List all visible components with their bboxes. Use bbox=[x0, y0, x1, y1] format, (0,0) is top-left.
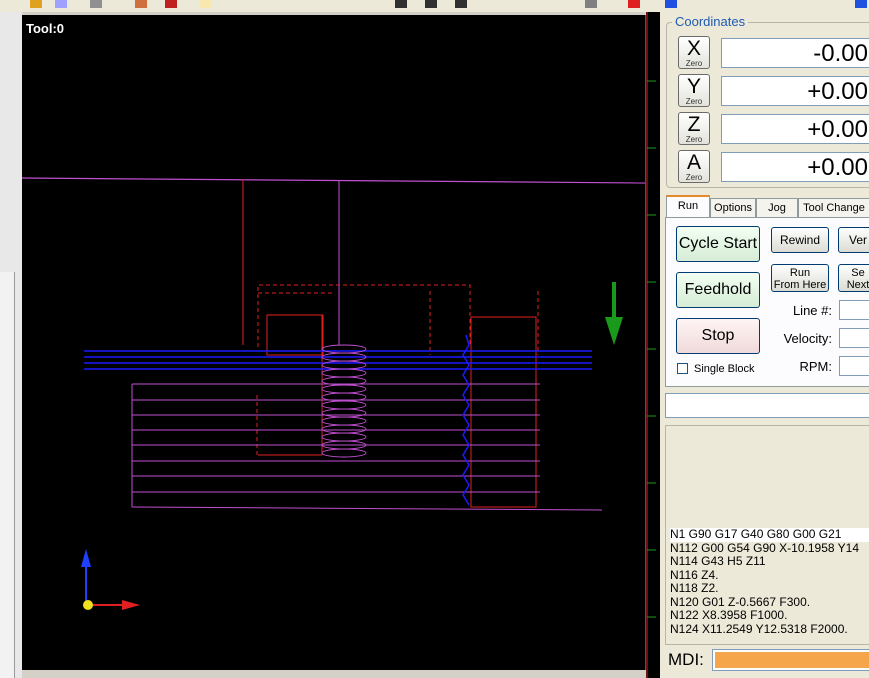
tab-run[interactable]: Run bbox=[666, 195, 710, 218]
cycle-start-button[interactable]: Cycle Start bbox=[676, 226, 760, 262]
toolpath-display bbox=[22, 177, 645, 610]
gcode-listing[interactable]: N1 G90 G17 G40 G80 G00 G21 N112 G00 G54 … bbox=[665, 425, 869, 645]
run-from-here-line2: From Here bbox=[773, 279, 827, 291]
single-block-label: Single Block bbox=[694, 363, 755, 375]
run-from-here-line1: Run bbox=[789, 267, 811, 279]
zero-label: Zero bbox=[685, 59, 703, 68]
toolbar bbox=[0, 0, 869, 12]
verify-button[interactable]: Ver bbox=[838, 227, 869, 253]
velocity-field[interactable] bbox=[839, 328, 869, 348]
axis-z-letter: Z bbox=[687, 113, 701, 136]
set-next-line1: Se bbox=[851, 267, 865, 279]
dro-a-value[interactable]: +0.00 bbox=[721, 152, 869, 182]
line-number-field[interactable] bbox=[839, 300, 869, 320]
toolbar-stop-icon[interactable] bbox=[165, 0, 177, 8]
zero-label: Zero bbox=[685, 135, 703, 144]
mdi-input[interactable] bbox=[712, 649, 869, 671]
toolbar-view-icon[interactable] bbox=[665, 0, 677, 8]
toolbar-edit-icon[interactable] bbox=[135, 0, 147, 8]
axis-y-letter: Y bbox=[686, 75, 701, 98]
gcode-line: N120 G01 Z-0.5667 F300. bbox=[670, 594, 811, 609]
gcode-line: N122 X8.3958 F1000. bbox=[670, 608, 788, 622]
axis-x-letter: X bbox=[686, 37, 701, 60]
stop-button[interactable]: Stop bbox=[676, 318, 760, 354]
toolbar-globe-icon[interactable] bbox=[855, 0, 867, 8]
tab-options[interactable]: Options bbox=[710, 198, 756, 217]
tab-tool-change[interactable]: Tool Change bbox=[798, 198, 869, 217]
mdi-label: MDI: bbox=[668, 650, 704, 669]
gcode-line: N116 Z4. bbox=[670, 567, 719, 582]
toolbar-zoom-icon[interactable] bbox=[585, 0, 597, 8]
zero-y-button[interactable]: Y Zero bbox=[678, 74, 710, 107]
rpm-label: RPM: bbox=[799, 359, 833, 374]
viewport-ruler bbox=[646, 12, 660, 678]
gcode-line: N112 G00 G54 G90 X-10.1958 Y14 bbox=[670, 540, 860, 555]
toolbar-settings-icon[interactable] bbox=[90, 0, 102, 8]
rpm-field[interactable] bbox=[839, 356, 869, 376]
left-strip bbox=[0, 12, 22, 678]
zero-x-button[interactable]: X Zero bbox=[678, 36, 710, 69]
zero-label: Zero bbox=[685, 97, 703, 106]
zero-a-button[interactable]: A Zero bbox=[678, 150, 710, 183]
gcode-line: N1 G90 G17 G40 G80 G00 G21 bbox=[670, 527, 869, 542]
status-field bbox=[665, 393, 869, 418]
gcode-line: N114 G43 H5 Z11 bbox=[670, 554, 766, 568]
set-next-line-button[interactable]: Se Next bbox=[838, 264, 869, 292]
toolbar-right-arrow-icon[interactable] bbox=[455, 0, 467, 8]
toolbar-folder-icon[interactable] bbox=[30, 0, 42, 8]
axis-a-letter: A bbox=[686, 151, 701, 174]
toolbar-page-icon[interactable] bbox=[200, 0, 212, 8]
line-number-label: Line #: bbox=[792, 303, 832, 318]
run-from-here-button[interactable]: Run From Here bbox=[771, 264, 829, 292]
toolbar-marker-icon[interactable] bbox=[628, 0, 640, 8]
rewind-button[interactable]: Rewind bbox=[771, 227, 829, 253]
single-block-checkbox[interactable] bbox=[677, 363, 688, 374]
zero-label: Zero bbox=[685, 173, 703, 182]
toolbar-tool-icon[interactable] bbox=[55, 0, 67, 8]
feedhold-button[interactable]: Feedhold bbox=[676, 272, 760, 308]
gcode-line: N118 Z2. bbox=[670, 581, 719, 595]
toolbar-down-arrow-icon[interactable] bbox=[425, 0, 437, 8]
tool-label: Tool:0 bbox=[26, 21, 65, 36]
dro-y-value[interactable]: +0.00 bbox=[721, 76, 869, 106]
gcode-line: N124 X11.2549 Y12.5318 F2000. bbox=[670, 621, 848, 636]
coordinates-title: Coordinates bbox=[672, 14, 749, 29]
tab-jog[interactable]: Jog bbox=[756, 198, 798, 217]
dro-z-value[interactable]: +0.00 bbox=[721, 114, 869, 144]
velocity-label: Velocity: bbox=[783, 331, 832, 346]
set-next-line2: Next bbox=[846, 279, 869, 291]
dro-x-value[interactable]: -0.00 bbox=[721, 38, 869, 68]
toolbar-down-arrow-icon[interactable] bbox=[395, 0, 407, 8]
zero-z-button[interactable]: Z Zero bbox=[678, 112, 710, 145]
